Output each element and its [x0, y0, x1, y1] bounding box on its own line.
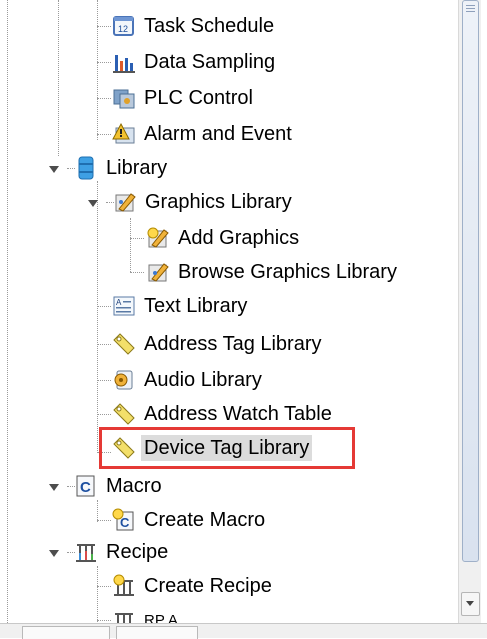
- tree-item-device-tag-library[interactable]: Device Tag Library: [99, 427, 355, 469]
- tree-branch: [97, 586, 111, 587]
- add-graphics-icon: [146, 226, 170, 250]
- text-library-icon: A: [112, 294, 136, 318]
- expanded-arrow-icon[interactable]: [49, 484, 59, 491]
- tree-item-audio-library[interactable]: Audio Library: [112, 365, 265, 395]
- tree-item-label: Add Graphics: [178, 227, 300, 249]
- tree-item-label: Create Recipe: [144, 575, 272, 597]
- project-tree: 12 Task Schedule Data Sampling PLC Contr…: [0, 0, 458, 623]
- tree-item-plc-control[interactable]: PLC Control: [112, 83, 256, 113]
- tree-line-level2: [97, 0, 98, 140]
- bottom-tab-strip: [0, 623, 487, 639]
- tree-line-level1: [58, 0, 59, 156]
- tree-item-label: Audio Library: [144, 369, 262, 391]
- bottom-tab[interactable]: [116, 626, 198, 639]
- create-recipe-icon: [112, 574, 136, 598]
- tree-item-library[interactable]: Library: [74, 153, 170, 183]
- tree-item-label: Browse Graphics Library: [178, 261, 397, 283]
- task-schedule-icon: 12: [112, 14, 136, 38]
- library-icon: [74, 156, 98, 180]
- tree-item-browse-graphics[interactable]: Browse Graphics Library: [146, 257, 400, 287]
- tree-line-recipe: [97, 566, 98, 623]
- tree-line-library: [97, 181, 98, 453]
- expanded-arrow-icon[interactable]: [88, 200, 98, 207]
- svg-text:C: C: [80, 479, 91, 496]
- scroll-down-button[interactable]: [461, 592, 480, 616]
- tree-branch: [130, 272, 144, 273]
- tree-branch: [130, 238, 144, 239]
- audio-library-icon: [112, 368, 136, 392]
- macro-icon: C: [74, 474, 98, 498]
- tree-branch: [97, 520, 111, 521]
- tag-icon: [112, 332, 136, 356]
- expanded-arrow-icon[interactable]: [49, 166, 59, 173]
- tree-item-create-recipe[interactable]: Create Recipe: [112, 571, 275, 601]
- tree-line-root: [7, 0, 8, 623]
- tree-item-label: Graphics Library: [145, 191, 292, 213]
- tree-item-label: Recipe: [106, 541, 169, 563]
- data-sampling-icon: [112, 50, 136, 74]
- tree-item-data-sampling[interactable]: Data Sampling: [112, 47, 278, 77]
- tree-item-label: Library: [106, 157, 168, 179]
- arrow-down-icon: [466, 601, 474, 606]
- tree-item-label: Data Sampling: [144, 51, 276, 73]
- tree-branch: [97, 414, 111, 415]
- tree-item-label: Create Macro: [144, 509, 266, 531]
- tree-item-address-watch-table[interactable]: Address Watch Table: [112, 399, 335, 429]
- tree-item-label: RP A: [144, 612, 178, 623]
- tree-item-label: Macro: [106, 475, 162, 497]
- alarm-event-icon: [112, 122, 136, 146]
- svg-text:12: 12: [118, 24, 128, 34]
- tree-branch: [97, 98, 111, 99]
- graphics-library-icon: [113, 190, 137, 214]
- bottom-tab[interactable]: [22, 626, 110, 639]
- tree-line-graphics: [130, 218, 131, 272]
- tree-item-alarm-event[interactable]: Alarm and Event: [112, 119, 295, 149]
- tree-branch: [97, 26, 111, 27]
- expanded-arrow-icon[interactable]: [49, 550, 59, 557]
- plc-control-icon: [112, 86, 136, 110]
- create-macro-icon: C: [112, 508, 136, 532]
- tree-item-create-macro[interactable]: C Create Macro: [112, 505, 268, 535]
- tree-item-label: Text Library: [144, 295, 248, 317]
- tree-branch: [97, 380, 111, 381]
- tree-item-task-schedule[interactable]: 12 Task Schedule: [112, 11, 277, 41]
- tree-item-address-tag-library[interactable]: Address Tag Library: [112, 329, 325, 359]
- tag-icon: [112, 402, 136, 426]
- tree-branch: [97, 620, 111, 621]
- scrollbar-thumb[interactable]: [462, 0, 479, 562]
- tree-branch: [97, 306, 111, 307]
- vertical-scrollbar[interactable]: [458, 0, 481, 623]
- tree-item-text-library[interactable]: A Text Library: [112, 291, 250, 321]
- recipe-icon: [74, 540, 98, 564]
- tree-item-label: Address Tag Library: [144, 333, 322, 355]
- scrollbar-grip-icon: [466, 5, 475, 14]
- tree-item-label: Device Tag Library: [141, 435, 313, 461]
- browse-graphics-icon: [146, 260, 170, 284]
- tree-item-macro[interactable]: C Macro: [74, 471, 165, 501]
- tree-line-macro: [97, 500, 98, 522]
- tree-item-label: Address Watch Table: [144, 403, 332, 425]
- tree-item-graphics-library[interactable]: Graphics Library: [113, 187, 295, 217]
- tag-icon: [112, 436, 136, 460]
- tree-item-recipe-rpa[interactable]: RP A: [112, 606, 181, 623]
- recipe-item-icon: [112, 609, 136, 623]
- tree-item-label: Task Schedule: [144, 15, 275, 37]
- tree-item-label: Alarm and Event: [144, 123, 292, 145]
- tree-item-add-graphics[interactable]: Add Graphics: [146, 223, 302, 253]
- tree-branch: [97, 62, 111, 63]
- svg-text:A: A: [116, 298, 122, 307]
- tree-branch: [97, 134, 111, 135]
- tree-item-label: PLC Control: [144, 87, 253, 109]
- tree-item-recipe[interactable]: Recipe: [74, 537, 171, 567]
- tree-branch: [97, 344, 111, 345]
